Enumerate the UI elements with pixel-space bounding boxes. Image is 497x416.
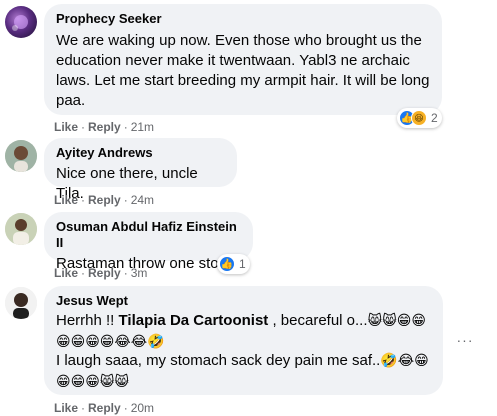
reaction-summary[interactable]: 👍 1 bbox=[217, 254, 250, 274]
separator: · bbox=[123, 120, 128, 134]
reply-button[interactable]: Reply bbox=[88, 193, 121, 207]
comment-actions: Like · Reply · 20m bbox=[54, 400, 154, 416]
comment-author[interactable]: Ayitey Andrews bbox=[56, 145, 225, 161]
comment-line-text: I laugh saaa, my stomach sack dey pain m… bbox=[56, 352, 381, 369]
comment-line: Herrhh !! Tilapia Da Cartoonist , becare… bbox=[56, 311, 431, 331]
avatar[interactable] bbox=[5, 213, 37, 245]
like-button[interactable]: Like bbox=[54, 401, 78, 415]
comment-text: We are waking up now. Even those who bro… bbox=[56, 31, 430, 111]
comment-actions: Like · Reply · 24m bbox=[54, 192, 154, 208]
reply-button[interactable]: Reply bbox=[88, 401, 121, 415]
comment-author[interactable]: Osuman Abdul Hafiz Einstein II bbox=[56, 219, 241, 251]
reaction-summary[interactable]: 👍 😆 2 bbox=[397, 108, 442, 128]
comment-line-text: , becareful o... bbox=[268, 312, 368, 329]
comment-line: education never make it twentwaan. Yabl3… bbox=[56, 52, 410, 69]
avatar-image bbox=[12, 15, 28, 31]
emoji-group: 😸😸😁😁 bbox=[367, 312, 426, 328]
separator: · bbox=[81, 120, 86, 134]
haha-icon: 😆 bbox=[411, 110, 427, 126]
separator: · bbox=[123, 193, 128, 207]
comment-line: laws. Let me start breeding my armpit ha… bbox=[56, 72, 430, 89]
timestamp[interactable]: 20m bbox=[131, 401, 154, 415]
reaction-count: 1 bbox=[239, 257, 246, 271]
comment-bubble: Osuman Abdul Hafiz Einstein II Rastaman … bbox=[44, 212, 253, 272]
timestamp[interactable]: 3m bbox=[131, 266, 148, 280]
reply-button[interactable]: Reply bbox=[88, 266, 121, 280]
avatar[interactable] bbox=[5, 287, 37, 319]
comment-author[interactable]: Jesus Wept bbox=[56, 293, 431, 309]
separator: · bbox=[123, 401, 128, 415]
comment-actions: Like · Reply · 21m bbox=[54, 119, 154, 135]
comment-actions: Like · Reply · 3m bbox=[54, 265, 147, 281]
like-button[interactable]: Like bbox=[54, 266, 78, 280]
like-button[interactable]: Like bbox=[54, 120, 78, 134]
separator: · bbox=[81, 193, 86, 207]
timestamp[interactable]: 21m bbox=[131, 120, 154, 134]
comment-line: I laugh saaa, my stomach sack dey pain m… bbox=[56, 351, 431, 371]
emoji-group: 🤣😂😁 bbox=[380, 352, 429, 368]
comment-author[interactable]: Prophecy Seeker bbox=[56, 11, 430, 27]
separator: · bbox=[123, 266, 128, 280]
like-button[interactable]: Like bbox=[54, 193, 78, 207]
comment-line: We are waking up now. Even those who bro… bbox=[56, 32, 422, 49]
avatar[interactable] bbox=[5, 6, 37, 38]
like-icon: 👍 bbox=[219, 256, 235, 272]
separator: · bbox=[81, 401, 86, 415]
comment-bubble: Ayitey Andrews Nice one there, uncle Til… bbox=[44, 138, 237, 202]
separator: · bbox=[81, 266, 86, 280]
mention-link[interactable]: Tilapia Da Cartoonist bbox=[119, 312, 269, 329]
comment-line: paa. bbox=[56, 92, 86, 109]
timestamp[interactable]: 24m bbox=[131, 193, 154, 207]
avatar-image bbox=[5, 213, 37, 245]
avatar[interactable] bbox=[5, 140, 37, 172]
comment-text: Herrhh !! Tilapia Da Cartoonist , becare… bbox=[56, 311, 431, 391]
reply-button[interactable]: Reply bbox=[88, 120, 121, 134]
comment-line-text: Herrhh !! bbox=[56, 312, 119, 329]
comment-bubble: Jesus Wept Herrhh !! Tilapia Da Cartooni… bbox=[44, 286, 443, 395]
avatar-image bbox=[5, 140, 37, 172]
more-options-icon[interactable]: ··· bbox=[455, 332, 475, 348]
comment-bubble: Prophecy Seeker We are waking up now. Ev… bbox=[44, 4, 442, 115]
reaction-count: 2 bbox=[431, 111, 438, 125]
avatar-image bbox=[5, 287, 37, 319]
emoji-line: 😁😁😁😁😂😂🤣 bbox=[56, 333, 165, 349]
emoji-line: 😁😁😁😸😸 bbox=[56, 373, 129, 389]
